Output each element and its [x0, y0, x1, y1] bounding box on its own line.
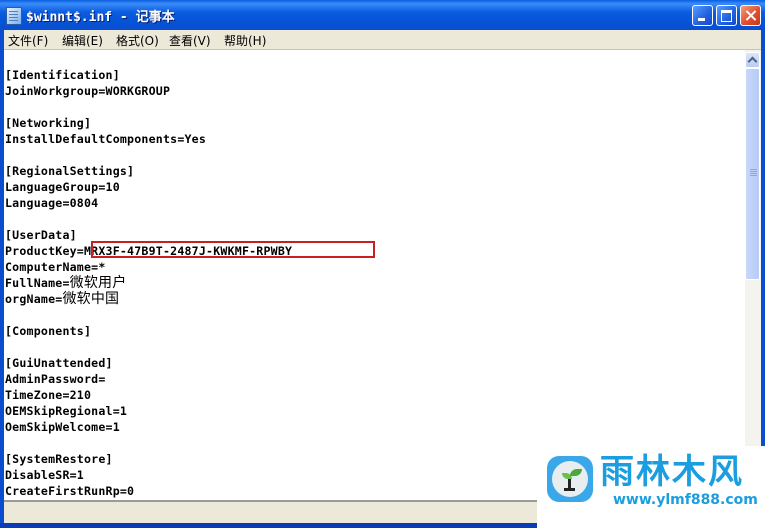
scroll-up-arrow-icon[interactable] — [745, 52, 760, 68]
text-line: [Identification] — [5, 68, 120, 82]
text-line: CreateFirstRunRp=0 — [5, 484, 135, 498]
text-line — [5, 339, 292, 355]
text-line: ComputerName=* — [5, 260, 106, 274]
text-line — [5, 147, 292, 163]
text-line: OemSkipWelcome=1 — [5, 420, 120, 434]
menu-help[interactable]: 帮助(H) — [224, 32, 266, 49]
text-line: [Components] — [5, 324, 92, 338]
notepad-window: $winnt$.inf - 记事本 文件(F) 编辑(E) 格式(O) 查看(V… — [0, 0, 765, 528]
text-line: orgName=微软中国 — [5, 291, 120, 307]
text-line: InstallDefaultComponents=Yes — [5, 132, 207, 146]
watermark-url: www.ylmf888.com — [613, 492, 758, 508]
menu-view[interactable]: 查看(V) — [169, 32, 211, 49]
text-line — [5, 435, 292, 451]
notepad-icon — [6, 7, 22, 25]
text-line: [Networking] — [5, 116, 92, 130]
text-line — [5, 307, 292, 323]
menu-format[interactable]: 格式(O) — [116, 32, 159, 49]
title-bar[interactable]: $winnt$.inf - 记事本 — [0, 0, 765, 30]
text-line: FullName=微软用户 — [5, 275, 127, 291]
product-key-highlight-box — [91, 241, 375, 258]
text-line: JoinWorkgroup=WORKGROUP — [5, 84, 171, 98]
menu-file[interactable]: 文件(F) — [8, 32, 48, 49]
watermark: 雨林木风 www.ylmf888.com — [537, 446, 765, 528]
text-line: AdminPassword= — [5, 372, 106, 386]
scroll-thumb[interactable] — [745, 68, 760, 280]
document-text[interactable]: [Identification] JoinWorkgroup=WORKGROUP [… — [5, 67, 292, 499]
window-title: $winnt$.inf - 记事本 — [26, 10, 175, 25]
text-line: LanguageGroup=10 — [5, 180, 120, 194]
text-editor[interactable]: [Identification] JoinWorkgroup=WORKGROUP [… — [4, 50, 745, 500]
maximize-button[interactable] — [716, 5, 737, 26]
watermark-title: 雨林木风 — [600, 452, 744, 492]
text-line: Language=0804 — [5, 196, 99, 210]
text-line: DisableSR=1 — [5, 468, 84, 482]
ylmf-logo-icon — [547, 456, 593, 502]
menu-edit[interactable]: 编辑(E) — [62, 32, 103, 49]
text-line: TimeZone=210 — [5, 388, 92, 402]
close-button[interactable] — [740, 5, 761, 26]
text-line: [SystemRestore] — [5, 452, 113, 466]
text-line: [GuiUnattended] — [5, 356, 113, 370]
text-line: [RegionalSettings] — [5, 164, 135, 178]
minimize-button[interactable] — [692, 5, 713, 26]
vertical-scrollbar[interactable] — [745, 50, 761, 500]
menu-bar: 文件(F) 编辑(E) 格式(O) 查看(V) 帮助(H) — [4, 30, 761, 50]
text-line: OEMSkipRegional=1 — [5, 404, 128, 418]
text-line — [5, 99, 292, 115]
text-line — [5, 211, 292, 227]
